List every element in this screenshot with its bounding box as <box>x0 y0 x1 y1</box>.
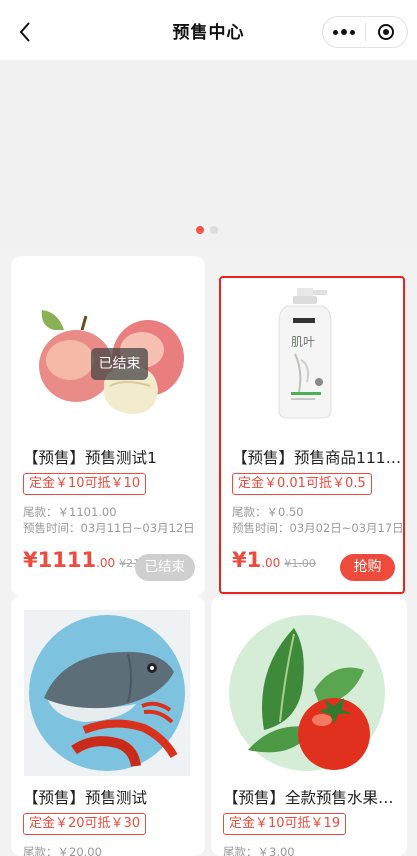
price-row: ¥1.00 ¥1.00 <box>232 548 316 572</box>
product-card[interactable]: 【预售】全款预售水果蔬菜 定金￥10可抵￥19 尾款：￥3.00 <box>211 596 407 856</box>
product-name: 【预售】预售测试1 <box>23 449 157 467</box>
product-image: 肌叶 <box>233 278 399 436</box>
more-dots-icon <box>332 29 355 35</box>
product-name: 【预售】预售测试 <box>23 789 148 807</box>
product-name: 【预售】全款预售水果蔬菜 <box>223 789 395 807</box>
product-image <box>224 610 390 776</box>
presale-time-text: 预售时间：03月02日~03月17日 <box>232 521 404 535</box>
product-card-highlighted[interactable]: 肌叶 【预售】预售商品11111111 定金￥0.01可抵￥0.5 尾款：￥0.… <box>219 276 405 594</box>
original-price: ¥1.00 <box>284 557 316 570</box>
current-price: ¥1111 <box>23 548 97 572</box>
product-image <box>24 610 190 776</box>
navigation-bar: 预售中心 <box>0 0 417 60</box>
target-close-icon <box>378 24 395 40</box>
deposit-tag: 定金￥0.01可抵￥0.5 <box>232 473 372 495</box>
balance-text: 尾款：￥20.00 <box>23 845 102 856</box>
close-button[interactable] <box>366 17 408 47</box>
carousel-dot[interactable] <box>210 226 218 234</box>
more-button[interactable] <box>323 17 365 47</box>
price-decimal: .00 <box>96 556 116 570</box>
balance-text: 尾款：￥3.00 <box>223 845 295 856</box>
product-card[interactable]: 【预售】预售测试 定金￥20可抵￥30 尾款：￥20.00 <box>11 596 205 856</box>
shampoo-bottle-image: 肌叶 <box>233 278 399 436</box>
buy-now-button[interactable]: 抢购 <box>340 554 395 581</box>
deposit-tag: 定金￥20可抵￥30 <box>23 813 147 835</box>
balance-text: 尾款：￥1101.00 <box>23 505 117 519</box>
mini-program-capsule <box>322 16 408 48</box>
ended-overlay-badge: 已结束 <box>91 348 148 380</box>
chevron-left-icon <box>19 22 30 42</box>
current-price: ¥1 <box>232 548 262 572</box>
carousel-dot-active[interactable] <box>196 226 204 234</box>
carousel-indicator <box>196 226 218 234</box>
balance-text: 尾款：￥0.50 <box>232 505 304 519</box>
vegetable-tomato-image <box>224 610 390 776</box>
ended-button: 已结束 <box>134 554 195 581</box>
svg-text:肌叶: 肌叶 <box>291 335 315 349</box>
product-name: 【预售】预售商品11111111 <box>232 449 402 467</box>
price-decimal: .00 <box>261 556 281 570</box>
deposit-tag: 定金￥10可抵￥10 <box>23 473 147 495</box>
presale-time-text: 预售时间：03月11日~03月12日 <box>23 521 195 535</box>
banner-carousel[interactable] <box>0 60 417 245</box>
product-image: 已结束 <box>24 270 190 436</box>
back-button[interactable] <box>10 14 40 50</box>
deposit-tag: 定金￥10可抵￥19 <box>223 813 347 835</box>
fish-and-crayfish-image <box>24 610 190 776</box>
product-card[interactable]: 已结束 【预售】预售测试1 定金￥10可抵￥10 尾款：￥1101.00 预售时… <box>11 256 205 596</box>
